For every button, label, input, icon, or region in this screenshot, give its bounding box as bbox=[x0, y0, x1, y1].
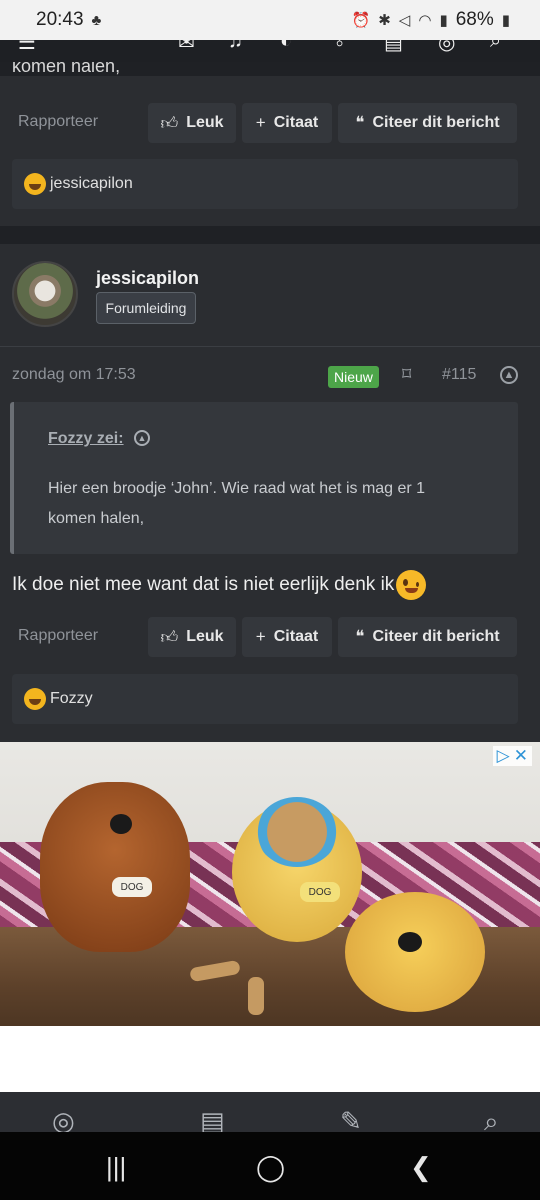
role-badge: Forumleiding bbox=[96, 292, 196, 324]
quote-marks-icon: ❝ bbox=[355, 627, 365, 646]
battery-icon: ▮ bbox=[501, 12, 510, 29]
quote-label: Citaat bbox=[273, 114, 319, 131]
plus-icon: + bbox=[255, 627, 266, 646]
ad-choices[interactable]: ▷ ✕ bbox=[492, 746, 532, 766]
brown-dog-jar bbox=[40, 782, 190, 952]
quote-button[interactable]: + Citaat bbox=[242, 617, 332, 657]
laughing-emoji-icon bbox=[24, 173, 46, 195]
dog-biscuit bbox=[248, 977, 264, 1015]
status-bar: 20:43 ♣ ⏰ ✱ ◁ ◠ ▮ 68% ▮ bbox=[0, 0, 540, 40]
biscuits-in-jar bbox=[256, 797, 338, 867]
advertisement-image[interactable]: DOG DOG ▷ ✕ bbox=[0, 742, 540, 1026]
thumbs-up-icon: 👍︎ bbox=[160, 627, 179, 647]
recent-apps-icon[interactable]: ||| bbox=[106, 1152, 126, 1183]
reaction-bar[interactable]: jessicapilon bbox=[12, 159, 518, 209]
reaction-user[interactable]: Fozzy bbox=[50, 690, 93, 708]
chat-icon[interactable]: ◎ bbox=[52, 1106, 75, 1132]
post-number[interactable]: #115 bbox=[442, 366, 476, 384]
cite-label: Citeer dit bericht bbox=[372, 628, 500, 645]
brown-dog-nose bbox=[110, 814, 132, 834]
laughing-emoji-icon bbox=[24, 688, 46, 710]
arrow-up-circle-icon[interactable]: ▲ bbox=[500, 366, 518, 384]
quote-button[interactable]: + Citaat bbox=[242, 103, 332, 143]
post-actions: Rapporteer 👍︎ Leuk + Citaat ❝ Citeer dit… bbox=[0, 617, 540, 657]
post-card-previous: Rapporteer 👍︎ Leuk + Citaat ❝ Citeer dit… bbox=[0, 76, 540, 226]
post-separator bbox=[0, 226, 540, 244]
post-author[interactable]: jessicapilon bbox=[96, 268, 199, 289]
system-navigation-bar: ||| ◯ ❮ bbox=[0, 1132, 540, 1200]
dog-tag-1: DOG bbox=[112, 877, 152, 897]
yellow-dog-lid bbox=[345, 892, 485, 1012]
reaction-user[interactable]: jessicapilon bbox=[50, 175, 133, 193]
cite-label: Citeer dit bericht bbox=[372, 114, 500, 131]
notification-icon: ♣ bbox=[91, 11, 102, 29]
search-icon[interactable]: ⌕ bbox=[484, 1106, 499, 1132]
wifi-icon: ◠ bbox=[418, 12, 432, 29]
phone-screen: 20:43 ♣ ⏰ ✱ ◁ ◠ ▮ 68% ▮ ☰ ✉ ♫ ◐ ♁ ▤ ◎ ⌕ … bbox=[0, 0, 540, 1200]
quote-label: Citaat bbox=[273, 628, 319, 645]
new-badge: Nieuw bbox=[328, 366, 379, 388]
report-link[interactable]: Rapporteer bbox=[18, 113, 98, 131]
cite-button[interactable]: ❝ Citeer dit bericht bbox=[338, 617, 517, 657]
winking-emoji-icon bbox=[396, 570, 427, 600]
alarm-icon: ⏰ bbox=[351, 12, 371, 29]
status-time: 20:43 bbox=[36, 9, 84, 30]
quote-block: Fozzy zei: ▲ Hier een broodje ‘John’. Wi… bbox=[10, 402, 518, 554]
quote-marks-icon: ❝ bbox=[355, 113, 365, 132]
back-icon[interactable]: ❮ bbox=[410, 1152, 432, 1183]
avatar[interactable] bbox=[12, 261, 78, 327]
like-label: Leuk bbox=[186, 628, 224, 645]
like-button[interactable]: 👍︎ Leuk bbox=[148, 617, 236, 657]
bottom-navigation: ◎ ▤ ✎ ⌕ bbox=[0, 1092, 540, 1132]
yellow-dog-nose bbox=[398, 932, 422, 952]
mute-icon: ◁ bbox=[398, 12, 411, 29]
post-date[interactable]: zondag om 17:53 bbox=[12, 366, 136, 384]
quote-text: Hier een broodje ‘John’. Wie raad wat he… bbox=[48, 480, 426, 527]
ad-info-icon[interactable]: ▷ bbox=[497, 746, 510, 766]
document-icon[interactable]: ▤ bbox=[200, 1106, 225, 1132]
close-icon[interactable]: ✕ bbox=[514, 746, 528, 766]
like-label: Leuk bbox=[186, 114, 224, 131]
battery-percent: 68% bbox=[455, 9, 494, 30]
signal-icon: ▮ bbox=[439, 12, 448, 29]
post-body-text: Ik doe niet mee want dat is niet eerlijk… bbox=[12, 574, 395, 595]
report-link[interactable]: Rapporteer bbox=[18, 627, 98, 645]
dog-tag-2: DOG bbox=[300, 882, 340, 902]
bluetooth-icon: ✱ bbox=[378, 12, 391, 29]
reaction-bar[interactable]: Fozzy bbox=[12, 674, 518, 724]
header-divider bbox=[0, 346, 540, 347]
thumbs-up-icon: 👍︎ bbox=[160, 113, 179, 133]
home-icon[interactable]: ◯ bbox=[256, 1152, 285, 1183]
blank-area bbox=[0, 1026, 540, 1092]
post-actions: Rapporteer 👍︎ Leuk + Citaat ❝ Citeer dit… bbox=[0, 103, 540, 143]
plus-icon: + bbox=[255, 113, 266, 132]
post-body: Ik doe niet mee want dat is niet eerlijk… bbox=[12, 570, 427, 600]
cite-button[interactable]: ❝ Citeer dit bericht bbox=[338, 103, 517, 143]
quote-author[interactable]: Fozzy zei: bbox=[48, 430, 124, 448]
quote-jump-icon[interactable]: ▲ bbox=[134, 430, 150, 446]
bookmark-icon[interactable]: ⌑ bbox=[402, 364, 411, 385]
edit-icon[interactable]: ✎ bbox=[340, 1106, 362, 1132]
like-button[interactable]: 👍︎ Leuk bbox=[148, 103, 236, 143]
